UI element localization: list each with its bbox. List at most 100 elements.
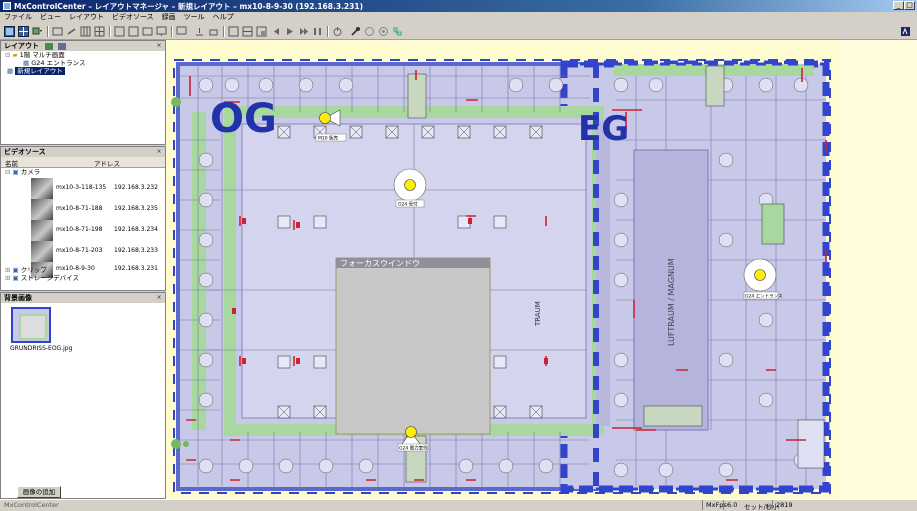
window-title: MxControlCenter – レイアウトマネージャ – 新規レイアウト –… — [14, 2, 363, 11]
bg-panel-title: 背景画像 — [4, 294, 32, 302]
focus-window — [335, 257, 491, 435]
multi-view-icon[interactable] — [18, 26, 29, 37]
camera-tag: G24 電力室残 — [399, 445, 428, 452]
toolbar-separator — [109, 26, 111, 37]
status-app: MxControlCenter — [4, 501, 59, 509]
close-icon[interactable]: × — [155, 148, 163, 156]
map-margin — [838, 40, 917, 499]
power-icon[interactable] — [332, 26, 343, 37]
background-thumbnail[interactable] — [11, 307, 51, 343]
camera-name: mx10-8-9-30 — [56, 265, 95, 272]
floor-plan[interactable]: OG EG フォーカスウインドウ TRAUM LUFTRAUM / MAGNUM… — [166, 40, 838, 499]
stair-eg — [705, 65, 725, 107]
tree-label: ストレージデバイス — [20, 274, 79, 282]
camera-ip: 192.168.3.235 — [114, 205, 158, 212]
zoom-icon[interactable] — [114, 26, 125, 37]
layout-menu-icon[interactable] — [57, 42, 66, 50]
toolbar-separator — [327, 26, 329, 37]
vertical-label-luftraum: LUFTRAUM / MAGNUM — [667, 258, 676, 346]
record-icon[interactable] — [52, 26, 63, 37]
link-icon[interactable] — [66, 26, 77, 37]
tree-item-new-layout[interactable]: ▦ 新規レイアウト — [7, 67, 65, 76]
menu-record[interactable]: 録画 — [158, 12, 180, 23]
toolbar-separator — [171, 26, 173, 37]
rewind-icon[interactable] — [270, 26, 281, 37]
focus-window-title: フォーカスウインドウ — [340, 259, 420, 268]
wrench-icon[interactable] — [350, 26, 361, 37]
thumbnail-detail — [19, 314, 47, 340]
menu-help[interactable]: ヘルプ — [209, 12, 238, 23]
tree-label: 1階 マルチ画面 — [19, 51, 65, 59]
menu-file[interactable]: ファイル — [0, 12, 36, 23]
title-bar: MxControlCenter – レイアウトマネージャ – 新規レイアウト –… — [0, 0, 917, 12]
camera-name: mx10-3-118-135 — [56, 184, 107, 191]
video-panel-header: ビデオソース × — [1, 147, 165, 157]
camera-name: mx10-8-71-188 — [56, 205, 103, 212]
background-filename: GRUNDRISS-EOG.jpg — [10, 345, 73, 352]
status-divider — [723, 500, 724, 510]
target-icon[interactable] — [378, 26, 389, 37]
elevator-eg — [761, 203, 785, 245]
camera-ip: 192.168.3.234 — [114, 226, 158, 233]
close-icon[interactable]: × — [155, 294, 163, 302]
layout-dropdown-icon[interactable] — [32, 26, 43, 37]
floor-label-eg: EG — [578, 109, 629, 149]
menu-video-source[interactable]: ビデオソース — [108, 12, 158, 23]
layout-panel-header: レイアウト × — [1, 41, 165, 51]
minimize-button[interactable]: _ — [893, 1, 904, 10]
network-icon[interactable] — [392, 26, 403, 37]
status-divider — [702, 500, 703, 510]
pip-icon[interactable] — [256, 26, 267, 37]
window-icon[interactable] — [142, 26, 153, 37]
vertical-label-traum: TRAUM — [534, 301, 542, 327]
fit-icon[interactable] — [128, 26, 139, 37]
menu-tools[interactable]: ツール — [180, 12, 209, 23]
table-icon[interactable] — [94, 26, 105, 37]
camera-tag: M10 販売 — [318, 135, 339, 142]
tree-item-storage[interactable]: ⊞ ▣ ストレージデバイス — [5, 274, 79, 283]
tree-label: カメラ — [20, 168, 41, 176]
forward-icon[interactable] — [298, 26, 309, 37]
video-panel-title: ビデオソース — [4, 148, 46, 156]
camera-row[interactable]: mx10-8-71-203 192.168.3.233 — [31, 241, 161, 263]
camera-row[interactable]: mx10-8-71-188 192.168.3.235 — [31, 199, 161, 221]
camera-thumbnail — [31, 220, 53, 242]
frame-icon[interactable] — [228, 26, 239, 37]
floor-label-og: OG — [210, 96, 277, 142]
circle-icon[interactable] — [364, 26, 375, 37]
camera-marker[interactable]: G24 受付 — [393, 168, 427, 208]
maximize-button[interactable]: □ — [904, 1, 915, 10]
menu-view[interactable]: ビュー — [36, 12, 65, 23]
camera-row[interactable]: mx10-8-71-198 192.168.3.234 — [31, 220, 161, 242]
video-source-panel: ビデオソース × 名前 アドレス ⊟ ▣ カメラ mx10-3-118-135 1… — [0, 146, 166, 291]
monitor-icon[interactable] — [156, 26, 167, 37]
layout-panel: レイアウト × ⊟ ▰ 1階 マルチ画面 ▦ G24 エントランス ▦ 新規レイ… — [0, 40, 166, 145]
single-view-icon[interactable] — [4, 26, 15, 37]
pause-icon[interactable] — [312, 26, 323, 37]
stair-og-top — [407, 73, 427, 119]
add-layout-icon[interactable] — [45, 42, 54, 50]
split-icon[interactable] — [242, 26, 253, 37]
col-address[interactable]: アドレス — [94, 158, 120, 168]
screen-icon[interactable] — [176, 26, 187, 37]
grid-icon[interactable] — [80, 26, 91, 37]
meeting-table — [797, 419, 825, 469]
camera-ip: 192.168.3.232 — [114, 184, 158, 191]
menu-layout[interactable]: レイアウト — [65, 12, 108, 23]
tree-item-cameras[interactable]: ⊟ ▣ カメラ — [5, 168, 40, 177]
stair-eg-bottom — [643, 405, 703, 427]
status-bar: MxControlCenter MxFps 6.0 セット/秒小 2819 — [0, 499, 917, 511]
col-name[interactable]: 名前 — [5, 158, 18, 168]
bg-panel-header: 背景画像 × — [1, 293, 165, 303]
add-image-button[interactable]: 画像の追加 — [17, 486, 61, 498]
print-icon[interactable] — [208, 26, 219, 37]
close-icon[interactable]: × — [155, 42, 163, 50]
camera-row[interactable]: mx10-3-118-135 192.168.3.232 — [31, 178, 161, 200]
camera-ip: 192.168.3.231 — [114, 265, 158, 272]
status-count: 2819 — [776, 501, 793, 509]
camera-thumbnail — [31, 241, 53, 263]
status-divider — [772, 500, 773, 510]
export-icon[interactable] — [194, 26, 205, 37]
menu-bar: ファイル ビュー レイアウト ビデオソース 録画 ツール ヘルプ — [0, 12, 917, 23]
play-icon[interactable] — [284, 26, 295, 37]
